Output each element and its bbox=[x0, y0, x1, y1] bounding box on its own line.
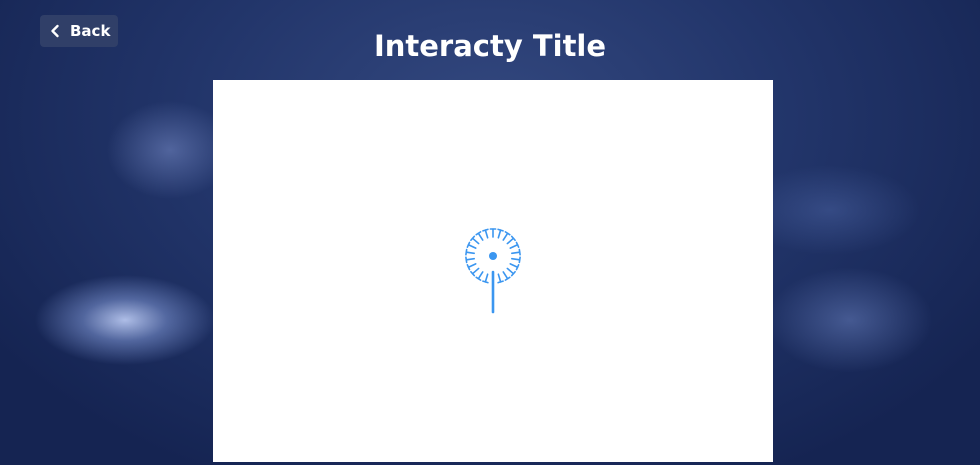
dandelion-loading-icon bbox=[465, 228, 521, 314]
content-canvas bbox=[213, 80, 773, 462]
page-title: Interacty Title bbox=[373, 29, 607, 63]
